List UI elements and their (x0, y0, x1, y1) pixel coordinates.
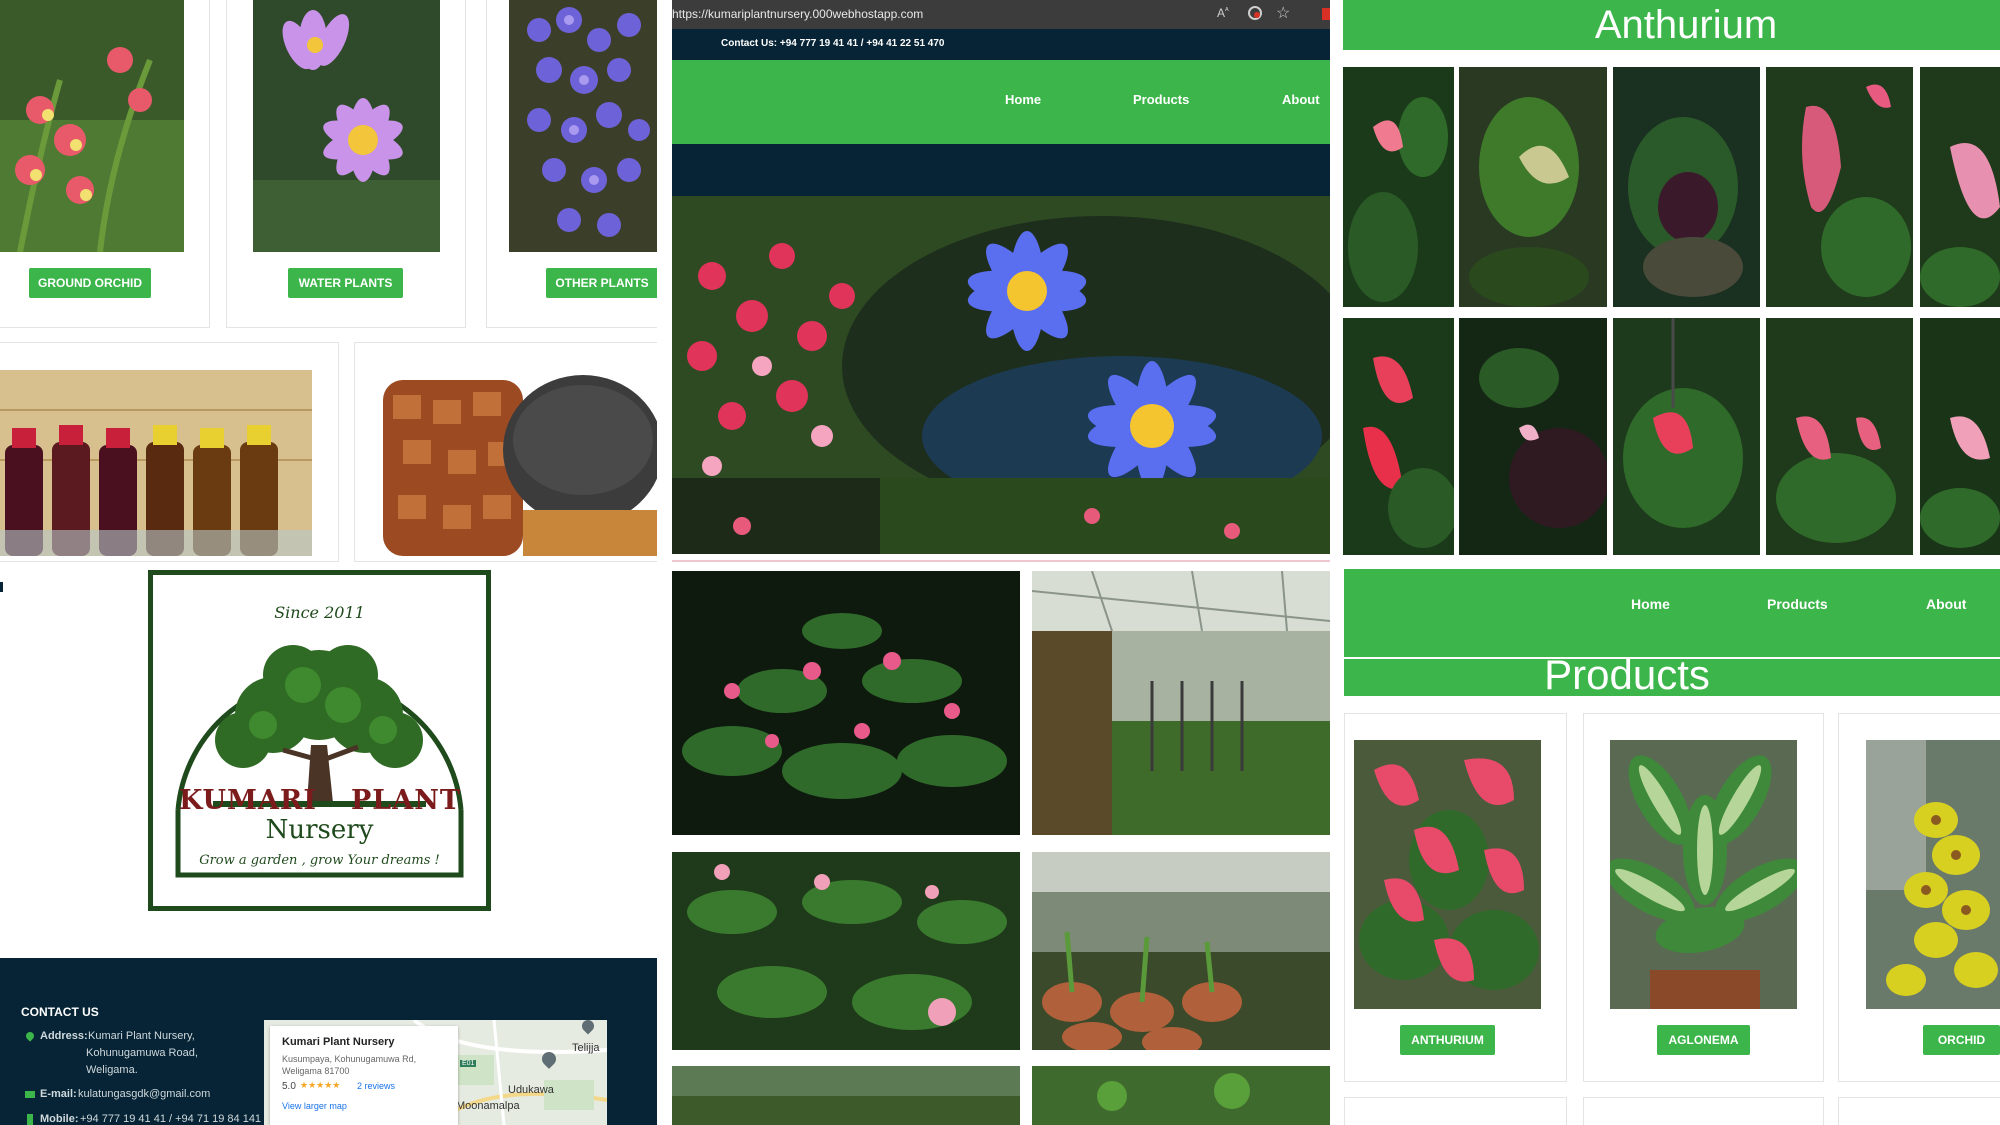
products-page-nav: Home Products About (1344, 569, 2000, 657)
product-card-row-2-c[interactable] (1838, 1097, 2000, 1125)
email-icon (25, 1091, 35, 1098)
read-aloud-icon[interactable]: Aᴬ (1217, 6, 1229, 20)
anthurium-button[interactable]: ANTHURIUM (1400, 1025, 1495, 1055)
anthurium-photo-3 (1613, 67, 1760, 307)
center-panel: https://kumariplantnursery.000webhostapp… (672, 0, 1330, 1125)
map-town-moonamalpa: Moonamalpa (456, 1100, 520, 1112)
logo-name-right: PLANT (351, 785, 462, 816)
products-page-nav-home[interactable]: Home (1631, 596, 1670, 612)
product-image-orchid (1866, 740, 2000, 1009)
products-page-nav-products[interactable]: Products (1767, 596, 1828, 612)
mobile-icon (27, 1114, 33, 1125)
map-place-name: Kumari Plant Nursery (282, 1036, 395, 1048)
water-plants-button[interactable]: WATER PLANTS (288, 268, 403, 298)
anthurium-photo-6 (1343, 318, 1454, 555)
anthurium-photo-4 (1766, 67, 1913, 307)
footer-address-line-1: Kumari Plant Nursery, (88, 1030, 195, 1042)
nav-products[interactable]: Products (1133, 92, 1189, 107)
nav-about[interactable]: About (1282, 92, 1320, 107)
product-image-aglonema (1610, 740, 1797, 1009)
anthurium-title: Anthurium (1594, 3, 1778, 47)
browser-address-bar[interactable]: https://kumariplantnursery.000webhostapp… (672, 0, 1330, 29)
aglonema-button[interactable]: AGLONEMA (1657, 1025, 1750, 1055)
products-page-title-bar: Products (1344, 651, 2000, 698)
footer-heading: CONTACT US (21, 1005, 99, 1019)
footer-mobile[interactable]: +94 777 19 41 41 / +94 71 19 84 141 (80, 1113, 261, 1125)
main-nav: Home Products About (672, 60, 1330, 144)
gallery-image-anthurium-bed (672, 571, 1020, 835)
contact-bar-text: Contact Us: +94 777 19 41 41 / +94 41 22… (721, 38, 945, 49)
hero-divider (672, 560, 1330, 562)
footer-email-label: E-mail: (40, 1088, 77, 1100)
anthurium-photo-9 (1766, 318, 1913, 555)
site-footer: CONTACT US Address: Kumari Plant Nursery… (0, 958, 657, 1125)
left-panel: GROUND ORCHID WATER PLANTS OTHER PLANTS (0, 0, 657, 1125)
gallery-image-pink-anthurium (672, 852, 1020, 1050)
products-page-nav-about[interactable]: About (1926, 596, 1966, 612)
anthurium-photo-2 (1459, 67, 1607, 307)
right-panel: Anthurium Home Products About Products A… (1343, 0, 2000, 1125)
logo-tagline: Grow a garden , grow Your dreams ! (199, 853, 440, 868)
potting-media-image (383, 370, 657, 556)
edge-mark (0, 582, 3, 592)
gallery-image-greenhouse-sprinkler (1032, 571, 1330, 835)
orchid-button[interactable]: ORCHID (1923, 1025, 2000, 1055)
embedded-map[interactable]: E01 Telijja Udukawa Moonamalpa Kumari Pl… (264, 1020, 607, 1125)
map-stars: ★★★★★ (300, 1080, 341, 1090)
water-plant-image (253, 0, 440, 252)
profile-icon[interactable] (1322, 8, 1330, 20)
hero-image (672, 196, 1330, 554)
url-text[interactable]: https://kumariplantnursery.000webhostapp… (672, 7, 923, 21)
nursery-logo: Since 2011 KUMARI PLANT Nursery Grow a g… (148, 570, 491, 911)
footer-address-line-3: Weligama. (86, 1064, 138, 1076)
ground-orchid-button[interactable]: GROUND ORCHID (29, 268, 151, 298)
footer-mobile-label: Mobile: (40, 1113, 79, 1125)
logo-name-sub: Nursery (265, 815, 374, 845)
map-rating: 5.0 (282, 1081, 296, 1092)
anthurium-photo-1 (1343, 67, 1454, 307)
product-image-anthurium (1354, 740, 1541, 1009)
favorites-icon[interactable]: ☆ (1276, 3, 1290, 23)
footer-address-label: Address: (40, 1030, 88, 1042)
other-plants-button[interactable]: OTHER PLANTS (546, 268, 657, 298)
map-reviews-link[interactable]: 2 reviews (357, 1081, 395, 1091)
anthurium-photo-5 (1920, 67, 2000, 307)
product-card-row-2-b[interactable] (1583, 1097, 1824, 1125)
logo-since: Since 2011 (274, 603, 365, 622)
ground-orchid-image (0, 0, 184, 252)
map-town-telijja: Telijja (572, 1042, 600, 1054)
footer-address-line-2: Kohunugamuwa Road, (86, 1047, 198, 1059)
gallery-image-potted-plants (1032, 852, 1330, 1050)
product-card-row-2-a[interactable] (1344, 1097, 1567, 1125)
gallery-image-nursery-row-1 (672, 1066, 1020, 1125)
map-place-address-2: Weligama 81700 (282, 1066, 350, 1076)
nav-home[interactable]: Home (1005, 92, 1041, 107)
anthurium-photo-7 (1459, 318, 1607, 555)
anthurium-photo-10 (1920, 318, 2000, 555)
products-page-title: Products (1544, 651, 1710, 698)
map-info-card: Kumari Plant Nursery Kusumpaya, Kohunuga… (270, 1026, 458, 1125)
location-pin-icon (24, 1030, 36, 1042)
extension-icon[interactable] (1248, 6, 1262, 20)
map-road-badge: E01 (460, 1060, 477, 1067)
contact-bar: Contact Us: +94 777 19 41 41 / +94 41 22… (672, 29, 1330, 60)
anthurium-banner: Anthurium (1343, 0, 2000, 50)
gallery-image-nursery-row-2 (1032, 1066, 1330, 1125)
map-town-udukawa: Udukawa (508, 1084, 554, 1096)
map-place-address-1: Kusumpaya, Kohunugamuwa Rd, (282, 1054, 417, 1064)
map-larger-map-link[interactable]: View larger map (282, 1101, 347, 1111)
other-plant-image (509, 0, 657, 252)
footer-email[interactable]: kulatungasgdk@gmail.com (78, 1088, 210, 1100)
logo-name-left: KUMARI (179, 785, 317, 816)
nav-spacer (672, 144, 1330, 196)
anthurium-photo-8 (1613, 318, 1760, 555)
liquid-fertilizer-image (0, 370, 312, 556)
